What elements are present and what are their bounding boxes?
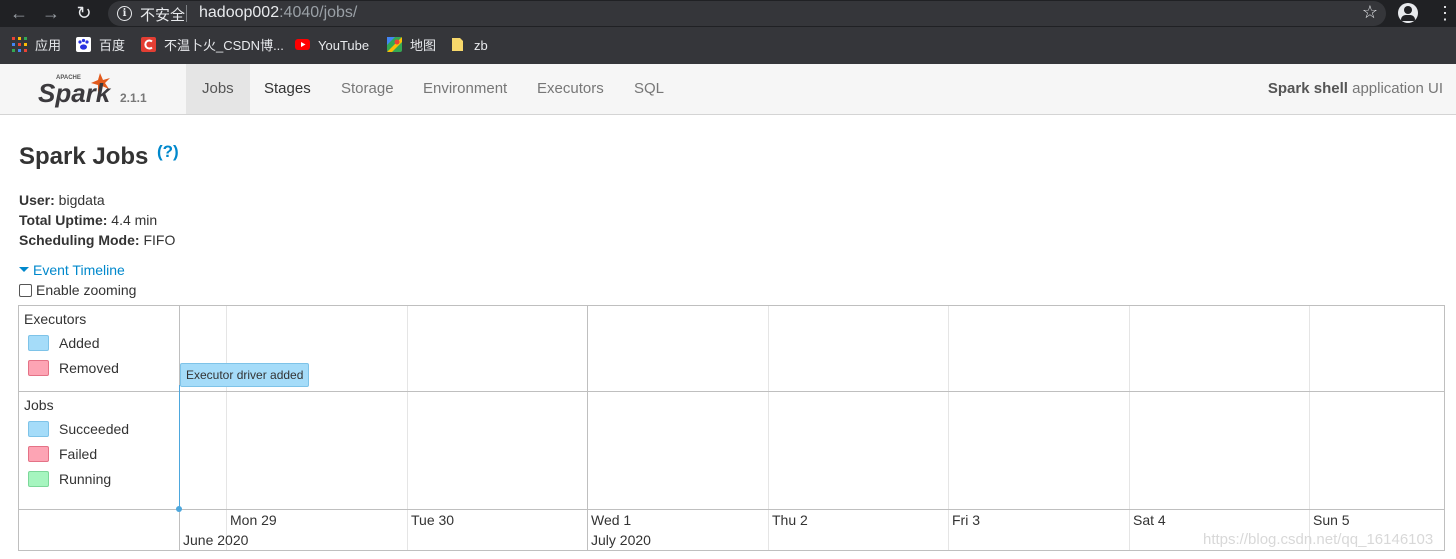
- divider: [186, 5, 187, 22]
- jobs-group-title: Jobs: [24, 397, 54, 413]
- bookmark-label: zb: [474, 38, 488, 53]
- scheduling-label: Scheduling Mode:: [19, 232, 140, 248]
- bookmark-label: YouTube: [318, 38, 370, 53]
- enable-zooming-label: Enable zooming: [36, 282, 137, 298]
- current-time-marker: [176, 506, 182, 512]
- bookmark-label: 百度: [99, 38, 126, 53]
- axis-tick: [948, 509, 949, 550]
- address-bar[interactable]: i 不安全 hadoop002:4040/jobs/ ☆: [108, 1, 1386, 26]
- legend-label: Failed: [59, 446, 98, 462]
- apps-grid-icon: [12, 37, 27, 52]
- caret-down-icon: [19, 266, 29, 272]
- watermark: https://blog.csdn.net/qq_16146103: [1203, 531, 1434, 548]
- browser-toolbar: ← → ↻ i 不安全 hadoop002:4040/jobs/ ☆ ⋮: [0, 0, 1456, 27]
- event-timeline-label: Event Timeline: [33, 262, 125, 278]
- executors-group-title: Executors: [24, 311, 87, 327]
- grid-line: [587, 306, 588, 509]
- csdn-c-icon: [141, 37, 156, 52]
- legend-swatch: [28, 360, 49, 376]
- help-link[interactable]: (?): [157, 142, 179, 162]
- bookmarks-bar: 应用 百度 不温卜火_CSDN博... YouTube 地图 zb: [0, 27, 1456, 64]
- youtube-icon: [295, 39, 310, 50]
- account-icon[interactable]: [1398, 3, 1418, 23]
- tab-storage[interactable]: Storage: [325, 64, 410, 114]
- axis-major-label: June 2020: [183, 532, 249, 548]
- axis-tick: [587, 509, 588, 550]
- legend-swatch: [28, 335, 49, 351]
- user-label: User:: [19, 192, 55, 208]
- enable-zooming-checkbox[interactable]: Enable zooming: [19, 282, 136, 298]
- event-timeline-toggle[interactable]: Event Timeline: [19, 262, 125, 278]
- security-label: 不安全: [140, 7, 186, 24]
- axis-label: Wed 1: [591, 512, 632, 528]
- tab-jobs[interactable]: Jobs: [186, 64, 250, 114]
- grid-line: [948, 306, 949, 509]
- legend-swatch: [28, 446, 49, 462]
- executor-event[interactable]: Executor driver added: [180, 363, 310, 387]
- event-timeline[interactable]: Executors Added Removed Jobs Succeeded F…: [18, 305, 1445, 551]
- uptime-label: Total Uptime:: [19, 212, 108, 228]
- svg-text:Spark: Spark: [38, 78, 112, 108]
- grid-line: [1129, 306, 1130, 509]
- reload-icon[interactable]: ↻: [73, 2, 95, 24]
- uptime-value: 4.4 min: [107, 212, 158, 228]
- legend-label: Added: [59, 335, 100, 351]
- spark-version: 2.1.1: [120, 91, 147, 105]
- baidu-paw-icon: [76, 37, 91, 52]
- legend-swatch: [28, 471, 49, 487]
- axis-tick: [1129, 509, 1130, 550]
- tab-environment[interactable]: Environment: [407, 64, 523, 114]
- app-name-rest: application UI: [1347, 80, 1443, 97]
- app-name: Spark shell application UI: [1268, 80, 1443, 97]
- legend-label: Running: [59, 471, 112, 487]
- spark-logo[interactable]: APACHE Spark: [38, 70, 128, 110]
- axis-label: Sat 4: [1133, 512, 1166, 528]
- menu-dots-icon[interactable]: ⋮: [1436, 2, 1454, 24]
- url-text[interactable]: hadoop002:4040/jobs/: [199, 4, 357, 22]
- axis-label: Mon 29: [230, 512, 277, 528]
- user-info: User: bigdata: [19, 192, 105, 208]
- checkbox-icon[interactable]: [19, 283, 32, 297]
- bookmark-star-icon[interactable]: ☆: [1362, 2, 1378, 23]
- url-host: hadoop002: [199, 4, 280, 21]
- page-title: Spark Jobs: [19, 143, 149, 170]
- axis-divider: [19, 509, 1444, 510]
- app-name-bold: Spark shell: [1267, 80, 1348, 97]
- tab-sql[interactable]: SQL: [618, 64, 680, 114]
- bookmark-label: 应用: [35, 38, 62, 53]
- axis-tick: [407, 509, 408, 550]
- maps-icon: [387, 37, 402, 52]
- axis-tick: [768, 509, 769, 550]
- axis-label: Tue 30: [411, 512, 455, 528]
- back-arrow-icon[interactable]: ←: [8, 2, 30, 24]
- legend-label: Removed: [59, 360, 119, 376]
- scheduling-info: Scheduling Mode: FIFO: [19, 232, 175, 248]
- bookmark-label: 地图: [410, 38, 437, 53]
- grid-line: [768, 306, 769, 509]
- grid-line: [226, 306, 227, 509]
- grid-line: [407, 306, 408, 509]
- url-path: :4040/jobs/: [279, 4, 358, 21]
- tab-executors[interactable]: Executors: [521, 64, 620, 114]
- current-time-line: [179, 385, 180, 509]
- uptime-info: Total Uptime: 4.4 min: [19, 212, 157, 228]
- info-icon[interactable]: i: [117, 6, 132, 21]
- axis-label: Thu 2: [772, 512, 808, 528]
- grid-line: [1309, 306, 1310, 509]
- group-divider: [19, 391, 1444, 392]
- scheduling-value: FIFO: [139, 232, 176, 248]
- bookmark-label: 不温卜火_CSDN博...: [164, 38, 284, 53]
- legend-swatch: [28, 421, 49, 437]
- folder-icon: [452, 38, 463, 51]
- tab-stages[interactable]: Stages: [248, 64, 327, 114]
- axis-label: Fri 3: [952, 512, 980, 528]
- axis-major-label: July 2020: [591, 532, 651, 548]
- legend-label: Succeeded: [59, 421, 130, 437]
- axis-label: Sun 5: [1313, 512, 1350, 528]
- user-value: bigdata: [54, 192, 105, 208]
- spark-navbar: APACHE Spark 2.1.1 Jobs Stages Storage E…: [0, 64, 1456, 115]
- forward-arrow-icon[interactable]: →: [40, 2, 62, 24]
